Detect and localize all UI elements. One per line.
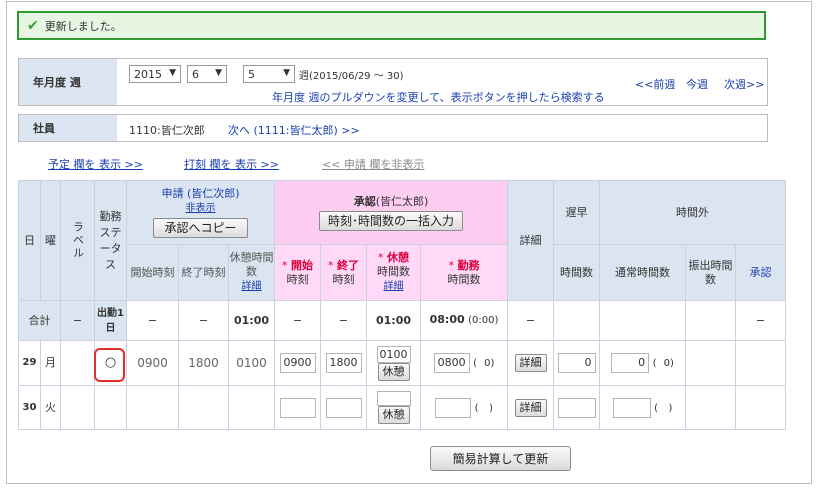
success-message: ✔ 更新しました。 [17, 11, 766, 40]
col-approve: 承認 [735, 244, 787, 301]
col-transfer: 振出時間数 [685, 244, 737, 301]
period-panel: 年月度 週 2015 ▼ 6 ▼ 5 ▼ 週(2015/06/29 〜 30) 年月度… [18, 58, 768, 106]
toggle-stamp-link[interactable]: 打刻 欄を 表示 >> [184, 156, 279, 172]
toggle-request-link[interactable]: << 申請 欄を非表示 [322, 156, 424, 172]
ap-start-input[interactable] [279, 397, 316, 418]
toggle-schedule-link[interactable]: 予定 欄を 表示 >> [48, 156, 143, 172]
total-status: 出勤1日 [94, 300, 127, 341]
row-day: 30 [18, 385, 41, 430]
total-label: 合計 [18, 300, 61, 341]
late-hours-input[interactable]: 0 [557, 353, 596, 373]
total-row: 合計 − 出勤1日 − − 01:00 − − 01:00 08:00 (0:0… [18, 300, 787, 341]
col-ap-end: * 終了 時刻 [320, 244, 367, 301]
break-button[interactable]: 休憩 [377, 406, 410, 424]
table-row: 29 月 ○ 0900 1800 0100 0900 1800 0100 休憩 … [18, 340, 787, 386]
employee-value: 1110:皆仁次郎 [129, 124, 205, 137]
employee-panel: 社員 1110:皆仁次郎 次へ (1111:皆仁太郎) >> [18, 114, 768, 142]
break-button[interactable]: 休憩 [377, 362, 410, 381]
col-req-break: 休憩時間数 詳細 [228, 244, 275, 301]
col-detail: 詳細 [507, 180, 555, 301]
ap-break-value: 0100 [376, 345, 411, 363]
next-week-link[interactable]: 次週>> [724, 76, 764, 92]
period-label: 年月度 週 [19, 59, 117, 105]
request-title: 申請 (皆仁次郎) [161, 187, 240, 200]
col-day: 日 [18, 180, 41, 301]
ap-start-input[interactable]: 0900 [279, 353, 316, 373]
ap-break-value [376, 391, 411, 406]
chevron-down-icon: ▼ [283, 68, 290, 78]
approval-title: 承認 [353, 194, 376, 208]
total-ap-break: 01:00 [366, 300, 421, 341]
late-hours-input[interactable] [557, 397, 596, 418]
attendance-table: 日 曜 ラベル 勤務ステータス 申請 (皆仁次郎) 非表示 承認へコピー 承認(… [18, 180, 787, 430]
col-overtime: 時間外 [599, 180, 787, 245]
chevron-down-icon: ▼ [169, 68, 176, 78]
ap-work-input[interactable] [435, 397, 472, 418]
ap-end-input[interactable] [325, 397, 362, 418]
req-break-detail-link[interactable]: 詳細 [242, 281, 262, 292]
row-req-break: 0100 [228, 340, 275, 386]
prev-week-link[interactable]: <<前週 [635, 76, 675, 92]
chevron-down-icon: ▼ [215, 68, 222, 78]
col-label: ラベル [60, 180, 95, 301]
check-icon: ✔ [27, 17, 39, 34]
row-req-end: 1800 [178, 340, 229, 386]
period-hint: 年月度 週のプルダウンを変更して、表示ボタンを押したら検索する [272, 91, 605, 104]
col-late-hours: 時間数 [553, 244, 601, 301]
request-group-header: 申請 (皆仁次郎) 非表示 承認へコピー [126, 180, 275, 245]
col-req-end: 終了時刻 [178, 244, 229, 301]
success-message-text: 更新しました。 [44, 19, 122, 33]
normal-hours-input[interactable]: 0 [611, 353, 650, 373]
total-ap-work: 08:00 (0:00) [419, 300, 509, 341]
col-status: 勤務ステータス [94, 180, 127, 301]
approval-group-header: 承認(皆仁太郎) 時刻･時間数の一括入力 [273, 180, 509, 245]
calc-update-button[interactable]: 簡易計算して更新 [430, 446, 571, 471]
ap-break-detail-link[interactable]: 詳細 [384, 281, 404, 292]
highlight-annotation [94, 348, 125, 382]
row-status-mark [94, 385, 127, 430]
col-req-start: 開始時刻 [126, 244, 179, 301]
normal-hours-input[interactable] [612, 397, 651, 418]
col-normal: 通常時間数 [599, 244, 687, 301]
col-ap-break: * 休憩 時間数 詳細 [366, 244, 421, 301]
row-day: 29 [18, 340, 41, 386]
col-late: 遅早 [553, 180, 601, 245]
col-weekday: 曜 [40, 180, 61, 301]
copy-to-approval-button[interactable]: 承認へコピー [153, 218, 248, 238]
col-ap-work: * 勤務 時間数 [419, 244, 509, 301]
year-select[interactable]: 2015 ▼ [129, 65, 181, 83]
total-req-break: 01:00 [228, 300, 275, 341]
ap-work-input[interactable]: 0800 [433, 353, 470, 373]
hide-request-link[interactable]: 非表示 [186, 203, 216, 214]
col-ap-start: * 開始 時刻 [274, 244, 321, 301]
detail-button[interactable]: 詳細 [514, 398, 547, 417]
month-select[interactable]: 6 ▼ [187, 65, 227, 83]
week-select[interactable]: 5 ▼ [243, 65, 295, 83]
next-employee-link[interactable]: 次へ (1111:皆仁太郎) >> [228, 122, 360, 138]
row-weekday: 月 [40, 340, 61, 386]
approval-title-name: (皆仁太郎) [375, 194, 429, 208]
table-row: 30 火 休憩 ( ) 詳細 ( ) [18, 385, 787, 430]
this-week-link[interactable]: 今週 [686, 76, 708, 92]
ap-end-input[interactable]: 1800 [325, 353, 362, 373]
detail-button[interactable]: 詳細 [514, 354, 547, 372]
week-range: 週(2015/06/29 〜 30) [299, 71, 404, 82]
employee-label: 社員 [19, 115, 117, 141]
row-weekday: 火 [40, 385, 61, 430]
row-req-start: 0900 [126, 340, 179, 386]
bulk-input-button[interactable]: 時刻･時間数の一括入力 [319, 210, 464, 231]
